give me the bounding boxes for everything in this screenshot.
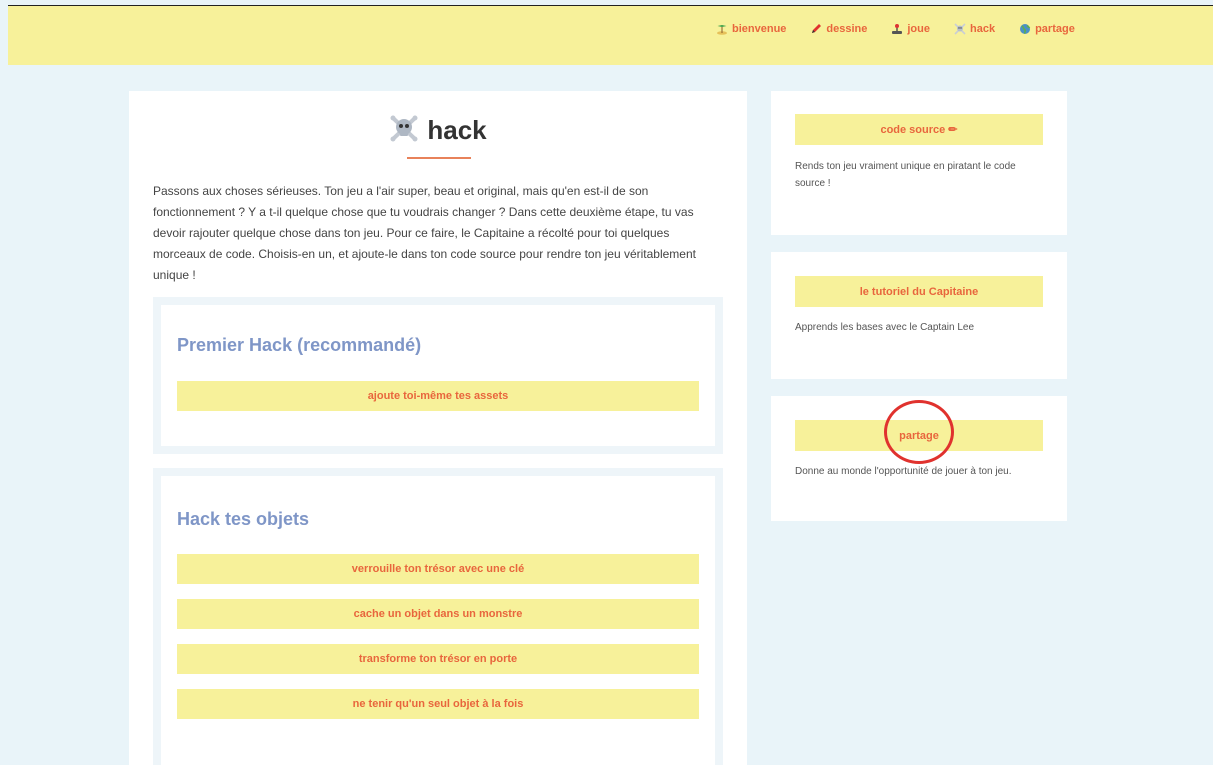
sidebar-card-partage: partage Donne au monde l'opportunité de … <box>771 396 1067 521</box>
hack-button-un-objet[interactable]: ne tenir qu'un seul objet à la fois <box>177 689 699 719</box>
hack-section-objets: Hack tes objets verrouille ton trésor av… <box>153 468 723 765</box>
section-title: Premier Hack (recommandé) <box>177 335 422 355</box>
hack-section-premier: Premier Hack (recommandé) ajoute toi-mêm… <box>153 297 723 454</box>
nav-label: hack <box>970 23 996 35</box>
nav-label: partage <box>1035 23 1075 35</box>
card-description: Donne au monde l'opportunité de jouer à … <box>795 466 1012 477</box>
intro-paragraph: Passons aux choses sérieuses. Ton jeu a … <box>153 184 696 282</box>
hack-button-verrouille[interactable]: verrouille ton trésor avec une clé <box>177 554 699 584</box>
title-text: hack <box>427 115 487 145</box>
hack-button-cache[interactable]: cache un objet dans un monstre <box>177 599 699 629</box>
card-description: Apprends les bases avec le Captain Lee <box>795 322 975 333</box>
section-title: Hack tes objets <box>177 509 310 529</box>
tutoriel-button[interactable]: le tutoriel du Capitaine <box>795 276 1043 307</box>
joystick-icon <box>891 23 903 35</box>
hack-button-assets[interactable]: ajoute toi-même tes assets <box>177 381 699 411</box>
main-card: hack Passons aux choses sérieuses. Ton j… <box>129 91 747 765</box>
title-underline <box>407 157 471 159</box>
nav-item-hack[interactable]: hack <box>954 23 995 35</box>
hack-button-transforme[interactable]: transforme ton trésor en porte <box>177 644 699 674</box>
nav-label: joue <box>907 23 930 35</box>
skull-crossbones-icon <box>389 113 419 148</box>
nav-item-dessine[interactable]: dessine <box>810 23 867 35</box>
main-nav: bienvenue dessine joue hack partage <box>716 21 1075 37</box>
code-source-button[interactable]: code source ✏ <box>795 114 1043 145</box>
page-title: hack <box>129 113 747 148</box>
sidebar-card-code-source: code source ✏ Rends ton jeu vraiment uni… <box>771 91 1067 235</box>
island-icon <box>716 23 728 35</box>
skull-crossbones-icon <box>954 23 966 35</box>
nav-item-bienvenue[interactable]: bienvenue <box>716 23 786 35</box>
globe-icon <box>1019 23 1031 35</box>
sidebar-card-tutoriel: le tutoriel du Capitaine Apprends les ba… <box>771 252 1067 379</box>
partage-button[interactable]: partage <box>795 420 1043 451</box>
nav-item-joue[interactable]: joue <box>891 23 930 35</box>
card-description: Rends ton jeu vraiment unique en piratan… <box>795 161 1016 189</box>
nav-item-partage[interactable]: partage <box>1019 23 1075 35</box>
pencil-icon <box>810 23 822 35</box>
nav-label: dessine <box>826 23 868 35</box>
nav-label: bienvenue <box>732 23 787 35</box>
